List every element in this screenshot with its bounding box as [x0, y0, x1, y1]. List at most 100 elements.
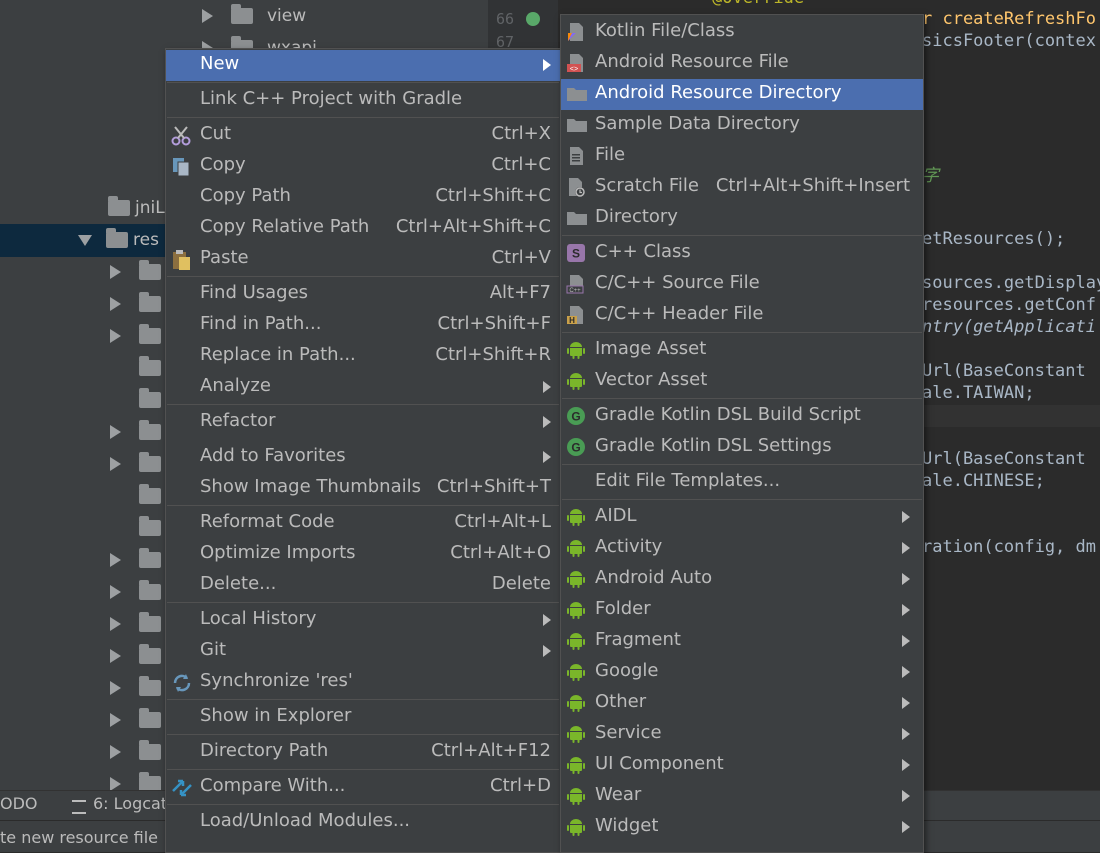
- code-line: resources.getConf: [922, 295, 1096, 315]
- submenu-arrow-icon: [902, 666, 910, 678]
- new-menu-item-folder[interactable]: Folder: [561, 595, 923, 626]
- context-menu-item-load-unload-modules[interactable]: Load/Unload Modules...: [166, 807, 560, 838]
- tree-child-folder[interactable]: [110, 320, 161, 352]
- context-menu-item-link-c-project-with-gradle[interactable]: Link C++ Project with Gradle: [166, 85, 560, 116]
- expand-arrow-icon[interactable]: [110, 457, 121, 471]
- new-menu-item-google[interactable]: Google: [561, 657, 923, 688]
- context-menu-item-analyze[interactable]: Analyze: [166, 372, 560, 403]
- new-menu-item-c-c-source-file[interactable]: C++ C/C++ Source File: [561, 269, 923, 300]
- new-menu-item-android-auto[interactable]: Android Auto: [561, 564, 923, 595]
- expand-arrow-icon[interactable]: [110, 297, 121, 311]
- context-menu-item-synchronize-res[interactable]: Synchronize 'res': [166, 667, 560, 698]
- android-icon: [566, 724, 586, 744]
- new-menu-item-gradle-kotlin-dsl-settings[interactable]: G Gradle Kotlin DSL Settings: [561, 432, 923, 463]
- expand-arrow-icon[interactable]: [110, 553, 121, 567]
- todo-tab[interactable]: ODO: [0, 794, 38, 813]
- new-menu-item-gradle-kotlin-dsl-build-script[interactable]: G Gradle Kotlin DSL Build Script: [561, 401, 923, 432]
- new-menu-item-android-resource-file[interactable]: <> Android Resource File: [561, 48, 923, 79]
- new-menu-item-kotlin-file-class[interactable]: Kotlin File/Class: [561, 17, 923, 48]
- menu-item-label: UI Component: [595, 753, 724, 774]
- tree-child-folder[interactable]: [110, 480, 161, 512]
- context-menu-item-paste[interactable]: Paste Ctrl+V: [166, 244, 560, 275]
- tree-child-folder[interactable]: [110, 544, 161, 576]
- new-menu-item-directory[interactable]: Directory: [561, 203, 923, 234]
- new-menu-item-aidl[interactable]: AIDL: [561, 502, 923, 533]
- new-menu-item-image-asset[interactable]: Image Asset: [561, 335, 923, 366]
- expand-arrow-icon[interactable]: [110, 649, 121, 663]
- context-menu-item-compare-with[interactable]: Compare With... Ctrl+D: [166, 772, 560, 803]
- tree-child-folder[interactable]: [110, 736, 161, 768]
- tree-child-folder[interactable]: [110, 704, 161, 736]
- expand-arrow-icon[interactable]: [110, 265, 121, 279]
- logcat-tab[interactable]: 6: Logcat: [93, 794, 167, 813]
- context-menu-item-directory-path[interactable]: Directory Path Ctrl+Alt+F12: [166, 737, 560, 768]
- tree-item-jnilibs[interactable]: jniL: [108, 192, 165, 224]
- tree-item-view[interactable]: view: [202, 0, 306, 32]
- override-marker-icon[interactable]: [526, 12, 540, 26]
- tree-child-folder[interactable]: [110, 576, 161, 608]
- new-menu-item-edit-file-templates[interactable]: Edit File Templates...: [561, 467, 923, 498]
- context-menu-item-cut[interactable]: Cut Ctrl+X: [166, 120, 560, 151]
- menu-item-label: AIDL: [595, 505, 637, 526]
- tree-child-folder[interactable]: [110, 352, 161, 384]
- context-menu-item-find-usages[interactable]: Find Usages Alt+F7: [166, 279, 560, 310]
- code-line: Url(BaseConstant: [922, 449, 1086, 469]
- expand-arrow-icon[interactable]: [110, 713, 121, 727]
- tree-child-folder[interactable]: [110, 384, 161, 416]
- context-menu-item-optimize-imports[interactable]: Optimize Imports Ctrl+Alt+O: [166, 539, 560, 570]
- context-menu-item-local-history[interactable]: Local History: [166, 605, 560, 636]
- context-menu-item-reformat-code[interactable]: Reformat Code Ctrl+Alt+L: [166, 508, 560, 539]
- new-menu-item-other[interactable]: Other: [561, 688, 923, 719]
- expand-arrow-icon[interactable]: [110, 681, 121, 695]
- expand-arrow-icon[interactable]: [110, 329, 121, 343]
- new-menu-item-android-resource-directory[interactable]: Android Resource Directory: [561, 79, 923, 110]
- context-menu-item-refactor[interactable]: Refactor: [166, 407, 560, 438]
- collapse-arrow-icon[interactable]: [78, 234, 92, 246]
- context-menu-item-copy-path[interactable]: Copy Path Ctrl+Shift+C: [166, 182, 560, 213]
- new-menu-item-service[interactable]: Service: [561, 719, 923, 750]
- tree-item-res[interactable]: res: [78, 224, 159, 256]
- expand-arrow-icon[interactable]: [110, 745, 121, 759]
- file-icon: [566, 146, 586, 166]
- tree-child-folder[interactable]: [110, 416, 161, 448]
- android-icon: [566, 507, 586, 527]
- tree-child-folder[interactable]: [110, 448, 161, 480]
- context-menu-item-replace-in-path[interactable]: Replace in Path... Ctrl+Shift+R: [166, 341, 560, 372]
- new-menu-item-widget[interactable]: Widget: [561, 812, 923, 843]
- menu-separator: [562, 464, 922, 465]
- new-menu-item-sample-data-directory[interactable]: Sample Data Directory: [561, 110, 923, 141]
- tree-child-folder[interactable]: [110, 608, 161, 640]
- tree-child-folder[interactable]: [110, 288, 161, 320]
- new-menu-item-fragment[interactable]: Fragment: [561, 626, 923, 657]
- context-menu-item-copy-relative-path[interactable]: Copy Relative Path Ctrl+Alt+Shift+C: [166, 213, 560, 244]
- expand-arrow-icon[interactable]: [110, 617, 121, 631]
- svg-text:G: G: [571, 441, 580, 455]
- menu-item-label: Link C++ Project with Gradle: [200, 88, 463, 109]
- tree-child-folder[interactable]: [110, 512, 161, 544]
- tree-child-folder[interactable]: [110, 256, 161, 288]
- menu-separator: [167, 699, 559, 700]
- new-menu-item-vector-asset[interactable]: Vector Asset: [561, 366, 923, 397]
- new-menu-item-scratch-file[interactable]: Scratch File Ctrl+Alt+Shift+Insert: [561, 172, 923, 203]
- context-menu-item-show-image-thumbnails[interactable]: Show Image Thumbnails Ctrl+Shift+T: [166, 473, 560, 504]
- new-menu-item-c-class[interactable]: S C++ Class: [561, 238, 923, 269]
- new-menu-item-file[interactable]: File: [561, 141, 923, 172]
- context-menu-item-copy[interactable]: Copy Ctrl+C: [166, 151, 560, 182]
- new-menu-item-activity[interactable]: Activity: [561, 533, 923, 564]
- expand-arrow-icon[interactable]: [110, 585, 121, 599]
- context-menu-item-show-in-explorer[interactable]: Show in Explorer: [166, 702, 560, 733]
- tree-child-folder[interactable]: [110, 672, 161, 704]
- expand-arrow-icon[interactable]: [110, 777, 121, 791]
- menu-item-shortcut: Ctrl+Shift+F: [437, 313, 551, 334]
- context-menu-item-delete[interactable]: Delete... Delete: [166, 570, 560, 601]
- expand-arrow-icon[interactable]: [202, 9, 213, 23]
- context-menu-item-add-to-favorites[interactable]: Add to Favorites: [166, 442, 560, 473]
- context-menu-item-git[interactable]: Git: [166, 636, 560, 667]
- new-menu-item-ui-component[interactable]: UI Component: [561, 750, 923, 781]
- context-menu-item-new[interactable]: New: [166, 50, 560, 81]
- context-menu-item-find-in-path[interactable]: Find in Path... Ctrl+Shift+F: [166, 310, 560, 341]
- new-menu-item-c-c-header-file[interactable]: H C/C++ Header File: [561, 300, 923, 331]
- tree-child-folder[interactable]: [110, 640, 161, 672]
- expand-arrow-icon[interactable]: [110, 425, 121, 439]
- new-menu-item-wear[interactable]: Wear: [561, 781, 923, 812]
